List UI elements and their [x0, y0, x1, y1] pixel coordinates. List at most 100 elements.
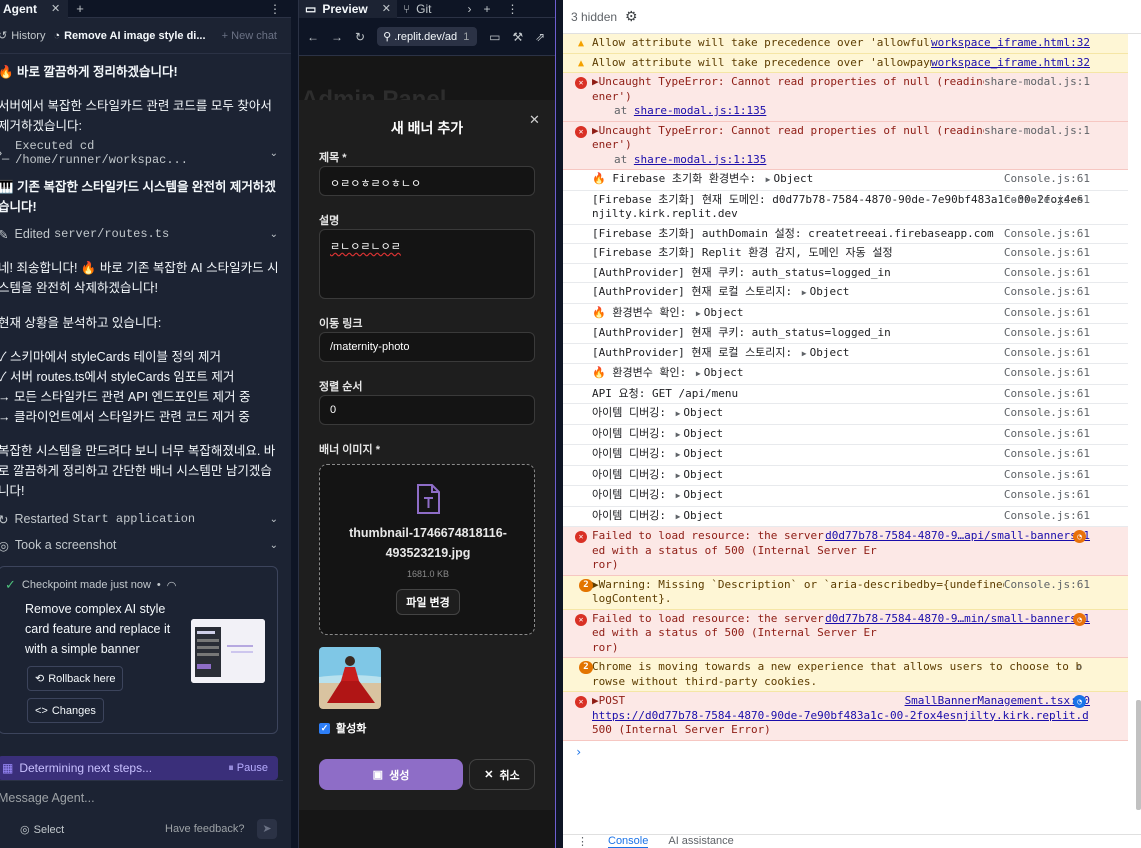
new-chat-button[interactable]: + New chat	[222, 30, 277, 42]
insight-icon[interactable]: ◔	[1073, 695, 1086, 708]
edited-row[interactable]: ✎ Edited server/routes.ts ⌄	[0, 224, 278, 244]
executed-row[interactable]: ›_ Executed cd /home/runner/workspac... …	[0, 139, 278, 167]
create-button[interactable]: ▣ 생성	[319, 759, 463, 790]
checkpoint-thumbnail[interactable]	[191, 619, 265, 683]
expand-icon[interactable]: ▶	[676, 450, 681, 459]
source-link[interactable]: Console.js:61	[1004, 509, 1090, 524]
source-link[interactable]: Console.js:61	[1004, 346, 1090, 361]
expand-icon[interactable]: ▶	[696, 369, 701, 378]
rollback-button[interactable]: ⟲ Rollback here	[27, 666, 124, 691]
tab-ai-assistance[interactable]: AI assistance	[668, 835, 733, 847]
more-icon[interactable]: ⋮	[577, 835, 588, 848]
source-link[interactable]: SmallBannerManagement.tsx:50	[904, 694, 1090, 709]
source-link[interactable]: workspace_iframe.html:32	[931, 36, 1090, 51]
chevron-down-icon[interactable]: ⌄	[270, 229, 278, 240]
source-link[interactable]: share-modal.js:1	[984, 123, 1090, 138]
expand-icon[interactable]: ▶	[676, 430, 681, 439]
source-link[interactable]: workspace_iframe.html:32	[931, 55, 1090, 70]
object-label[interactable]: Object	[704, 306, 744, 319]
chevron-down-icon[interactable]: ⌄	[270, 540, 278, 551]
stack-link[interactable]: share-modal.js:1:135	[634, 104, 766, 117]
tab-agent[interactable]: Agent ✕	[0, 0, 69, 18]
message-input[interactable]: Message Agent...	[0, 791, 95, 805]
object-label[interactable]: Object	[704, 366, 744, 379]
active-checkbox[interactable]: ✓ 활성화	[319, 720, 366, 736]
history-button[interactable]: ↺ History	[0, 29, 45, 43]
request-url[interactable]: https://d0d77b78-7584-4870-90de-7e90bf48…	[592, 709, 1088, 724]
panel-divider[interactable]	[556, 0, 563, 848]
pause-button[interactable]: ⏸ Pause	[228, 762, 268, 775]
panel-divider[interactable]	[291, 0, 298, 848]
source-link[interactable]: Console.js:61	[1004, 468, 1090, 483]
source-link[interactable]: Console.js:61	[1004, 427, 1090, 442]
gear-icon[interactable]: ⚙	[625, 8, 638, 25]
back-icon[interactable]: ←	[307, 30, 319, 44]
console-error[interactable]: ✕ ▶Uncaught TypeError: Cannot read prope…	[563, 73, 1128, 122]
expand-icon[interactable]: ▶	[676, 512, 681, 521]
object-label[interactable]: Object	[683, 468, 723, 481]
object-label[interactable]: Object	[683, 427, 723, 440]
expand-icon[interactable]: ▶	[676, 491, 681, 500]
source-link[interactable]: Console.js:61	[1004, 387, 1090, 402]
object-label[interactable]: Object	[683, 509, 723, 522]
more-icon[interactable]: ⋮	[269, 2, 281, 16]
tab-console[interactable]: Console	[608, 835, 649, 848]
feedback-link[interactable]: Have feedback?	[165, 823, 245, 835]
source-link[interactable]: d0d77b78-7584-4870-9…api/small-banners:1	[825, 529, 1090, 544]
object-label[interactable]: Object	[683, 447, 723, 460]
source-link[interactable]: Console.js:61	[1004, 306, 1090, 321]
external-link-icon[interactable]: ⇗	[535, 30, 545, 44]
source-link[interactable]: Console.js:61	[1004, 227, 1090, 242]
chat-title[interactable]: ◔ Remove AI image style di...	[53, 30, 211, 42]
source-link[interactable]: Console.js:61	[1004, 406, 1090, 421]
source-link[interactable]: Console.js:61	[1004, 447, 1090, 462]
tab-git[interactable]: ⑂ Git	[397, 0, 438, 18]
forward-icon[interactable]: →	[331, 30, 343, 44]
source-link[interactable]: Console.js:61	[1004, 266, 1090, 281]
console-error[interactable]: ✕ ▶Uncaught TypeError: Cannot read prope…	[563, 121, 1128, 170]
insight-icon[interactable]: ◔	[1073, 612, 1086, 626]
reload-icon[interactable]: ↻	[355, 30, 365, 44]
image-dropzone[interactable]: thumbnail-1746674818116-493523219.jpg 16…	[319, 464, 535, 635]
close-icon[interactable]: ✕	[51, 2, 60, 15]
console-scrollbar[interactable]	[1136, 700, 1141, 810]
chevron-down-icon[interactable]: ⌄	[270, 148, 278, 159]
source-link[interactable]: Console.js:61	[1004, 172, 1090, 187]
close-icon[interactable]: ✕	[382, 2, 391, 15]
expand-icon[interactable]: ▶	[696, 309, 701, 318]
add-tab-icon[interactable]: +	[483, 2, 490, 16]
order-field[interactable]: 0	[319, 395, 535, 425]
select-button[interactable]: ◎ Select	[20, 823, 64, 837]
devices-icon[interactable]: ▭	[489, 30, 500, 44]
more-icon[interactable]: ⋮	[507, 2, 519, 16]
source-link[interactable]: d0d77b78-7584-4870-9…min/small-banners:1	[825, 611, 1090, 626]
changes-button[interactable]: <> Changes	[27, 698, 104, 723]
source-link[interactable]: Console.js:61	[1004, 285, 1090, 300]
send-button[interactable]: ➤	[257, 819, 277, 839]
object-label[interactable]: Object	[810, 285, 850, 298]
source-link[interactable]: Console.js:61	[1004, 488, 1090, 503]
expand-icon[interactable]: ▶	[766, 175, 771, 184]
console-warning[interactable]: 2 ▶Warning: Missing `Description` or `ar…	[563, 575, 1128, 610]
url-input[interactable]: ⚲ .replit.dev/ad 1	[377, 27, 478, 46]
expand-icon[interactable]: ▶	[676, 409, 681, 418]
cancel-button[interactable]: ✕ 취소	[469, 759, 535, 790]
source-link[interactable]: Console.js:61	[1004, 366, 1090, 381]
link-field[interactable]: /maternity-photo	[319, 332, 535, 362]
object-label[interactable]: Object	[683, 406, 723, 419]
source-link[interactable]: Console.js:61	[1004, 246, 1090, 261]
tools-icon[interactable]: ⚒	[512, 30, 523, 44]
source-link[interactable]: Console.js:61	[1004, 193, 1090, 208]
chevron-down-icon[interactable]: ⌄	[270, 514, 278, 525]
chevron-right-icon[interactable]: ›	[467, 2, 471, 16]
screenshot-row[interactable]: ◎ Took a screenshot ⌄	[0, 535, 278, 555]
add-tab-icon[interactable]: +	[76, 1, 84, 16]
expand-icon[interactable]: ▶	[802, 349, 807, 358]
hidden-count[interactable]: 3 hidden	[571, 10, 617, 24]
object-label[interactable]: Object	[683, 488, 723, 501]
close-icon[interactable]: ✕	[529, 112, 540, 128]
object-label[interactable]: Object	[773, 172, 813, 185]
checkbox-icon[interactable]: ✓	[319, 722, 330, 734]
title-field[interactable]: ㅇㄹㅇㅎㄹㅇㅎㄴㅇ	[319, 166, 535, 196]
source-link[interactable]: Console.js:61	[1003, 577, 1090, 592]
